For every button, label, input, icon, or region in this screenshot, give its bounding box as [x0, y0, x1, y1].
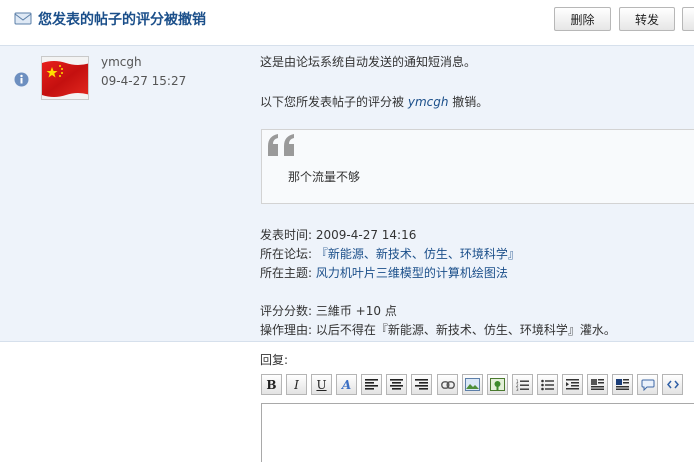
score-row: 评分分数: 三維币 +10 点	[260, 302, 397, 319]
unordered-list-icon[interactable]	[537, 374, 558, 395]
reason-label: 操作理由:	[260, 323, 316, 337]
post-time-label: 发表时间:	[260, 228, 316, 242]
attach-image-icon[interactable]	[487, 374, 508, 395]
revoke-user-link[interactable]: ymcgh	[408, 95, 449, 109]
china-flag-icon	[42, 57, 88, 99]
forum-link[interactable]: 『新能源、新技术、仿生、环境科学』	[316, 247, 520, 261]
post-time-value: 2009-4-27 14:16	[315, 228, 417, 242]
indent-icon[interactable]	[562, 374, 583, 395]
float-right-icon[interactable]	[612, 374, 633, 395]
font-color-icon[interactable]: A	[336, 374, 357, 395]
image-icon[interactable]	[462, 374, 483, 395]
message-header: 您发表的帖子的评分被撤销 删除 转发	[0, 0, 694, 40]
revoke-suffix: 撤销。	[452, 95, 489, 109]
svg-text:3: 3	[516, 387, 519, 391]
topic-label: 所在主题:	[260, 266, 316, 280]
quote-mark-icon	[268, 134, 294, 156]
post-time-row: 发表时间: 2009-4-27 14:16	[260, 226, 416, 243]
link-icon[interactable]	[437, 374, 458, 395]
ordered-list-icon[interactable]: 123	[512, 374, 533, 395]
reason-row: 操作理由: 以后不得在『新能源、新技术、仿生、环境科学』灌水。	[260, 321, 616, 338]
forum-row: 所在论坛: 『新能源、新技术、仿生、环境科学』	[260, 245, 520, 262]
info-icon	[14, 72, 29, 87]
quote-icon[interactable]	[637, 374, 658, 395]
revoke-text: 以下您所发表帖子的评分被 ymcgh 撤销。	[260, 93, 488, 110]
bold-icon[interactable]: B	[261, 374, 282, 395]
revoke-prefix: 以下您所发表帖子的评分被	[260, 95, 405, 109]
sender-name[interactable]: ymcgh	[101, 55, 142, 69]
quote-box: 那个流量不够	[261, 129, 694, 204]
italic-icon[interactable]: I	[286, 374, 307, 395]
underline-icon[interactable]: U	[311, 374, 332, 395]
reason-value: 以后不得在『新能源、新技术、仿生、环境科学』灌水。	[315, 323, 616, 337]
quote-text: 那个流量不够	[288, 170, 361, 184]
forum-label: 所在论坛:	[260, 247, 316, 261]
align-right-icon[interactable]	[411, 374, 432, 395]
page-title: 您发表的帖子的评分被撤销	[38, 12, 206, 28]
more-button[interactable]	[682, 7, 694, 31]
align-center-icon[interactable]	[386, 374, 407, 395]
align-left-icon[interactable]	[361, 374, 382, 395]
reply-label: 回复:	[260, 353, 289, 367]
delete-button[interactable]: 删除	[554, 7, 611, 31]
intro-text: 这是由论坛系统自动发送的通知短消息。	[260, 55, 477, 69]
score-value: 三維币 +10 点	[315, 304, 397, 318]
mail-icon	[14, 12, 32, 25]
message-time: 09-4-27 15:27	[101, 74, 187, 88]
code-icon[interactable]	[662, 374, 683, 395]
float-left-icon[interactable]	[587, 374, 608, 395]
avatar[interactable]	[41, 56, 89, 100]
reply-textarea[interactable]	[261, 403, 694, 462]
forward-button[interactable]: 转发	[619, 7, 675, 31]
topic-row: 所在主题: 风力机叶片三维模型的计算机绘图法	[260, 264, 508, 281]
score-label: 评分分数:	[260, 304, 316, 318]
topic-link[interactable]: 风力机叶片三维模型的计算机绘图法	[316, 266, 508, 280]
